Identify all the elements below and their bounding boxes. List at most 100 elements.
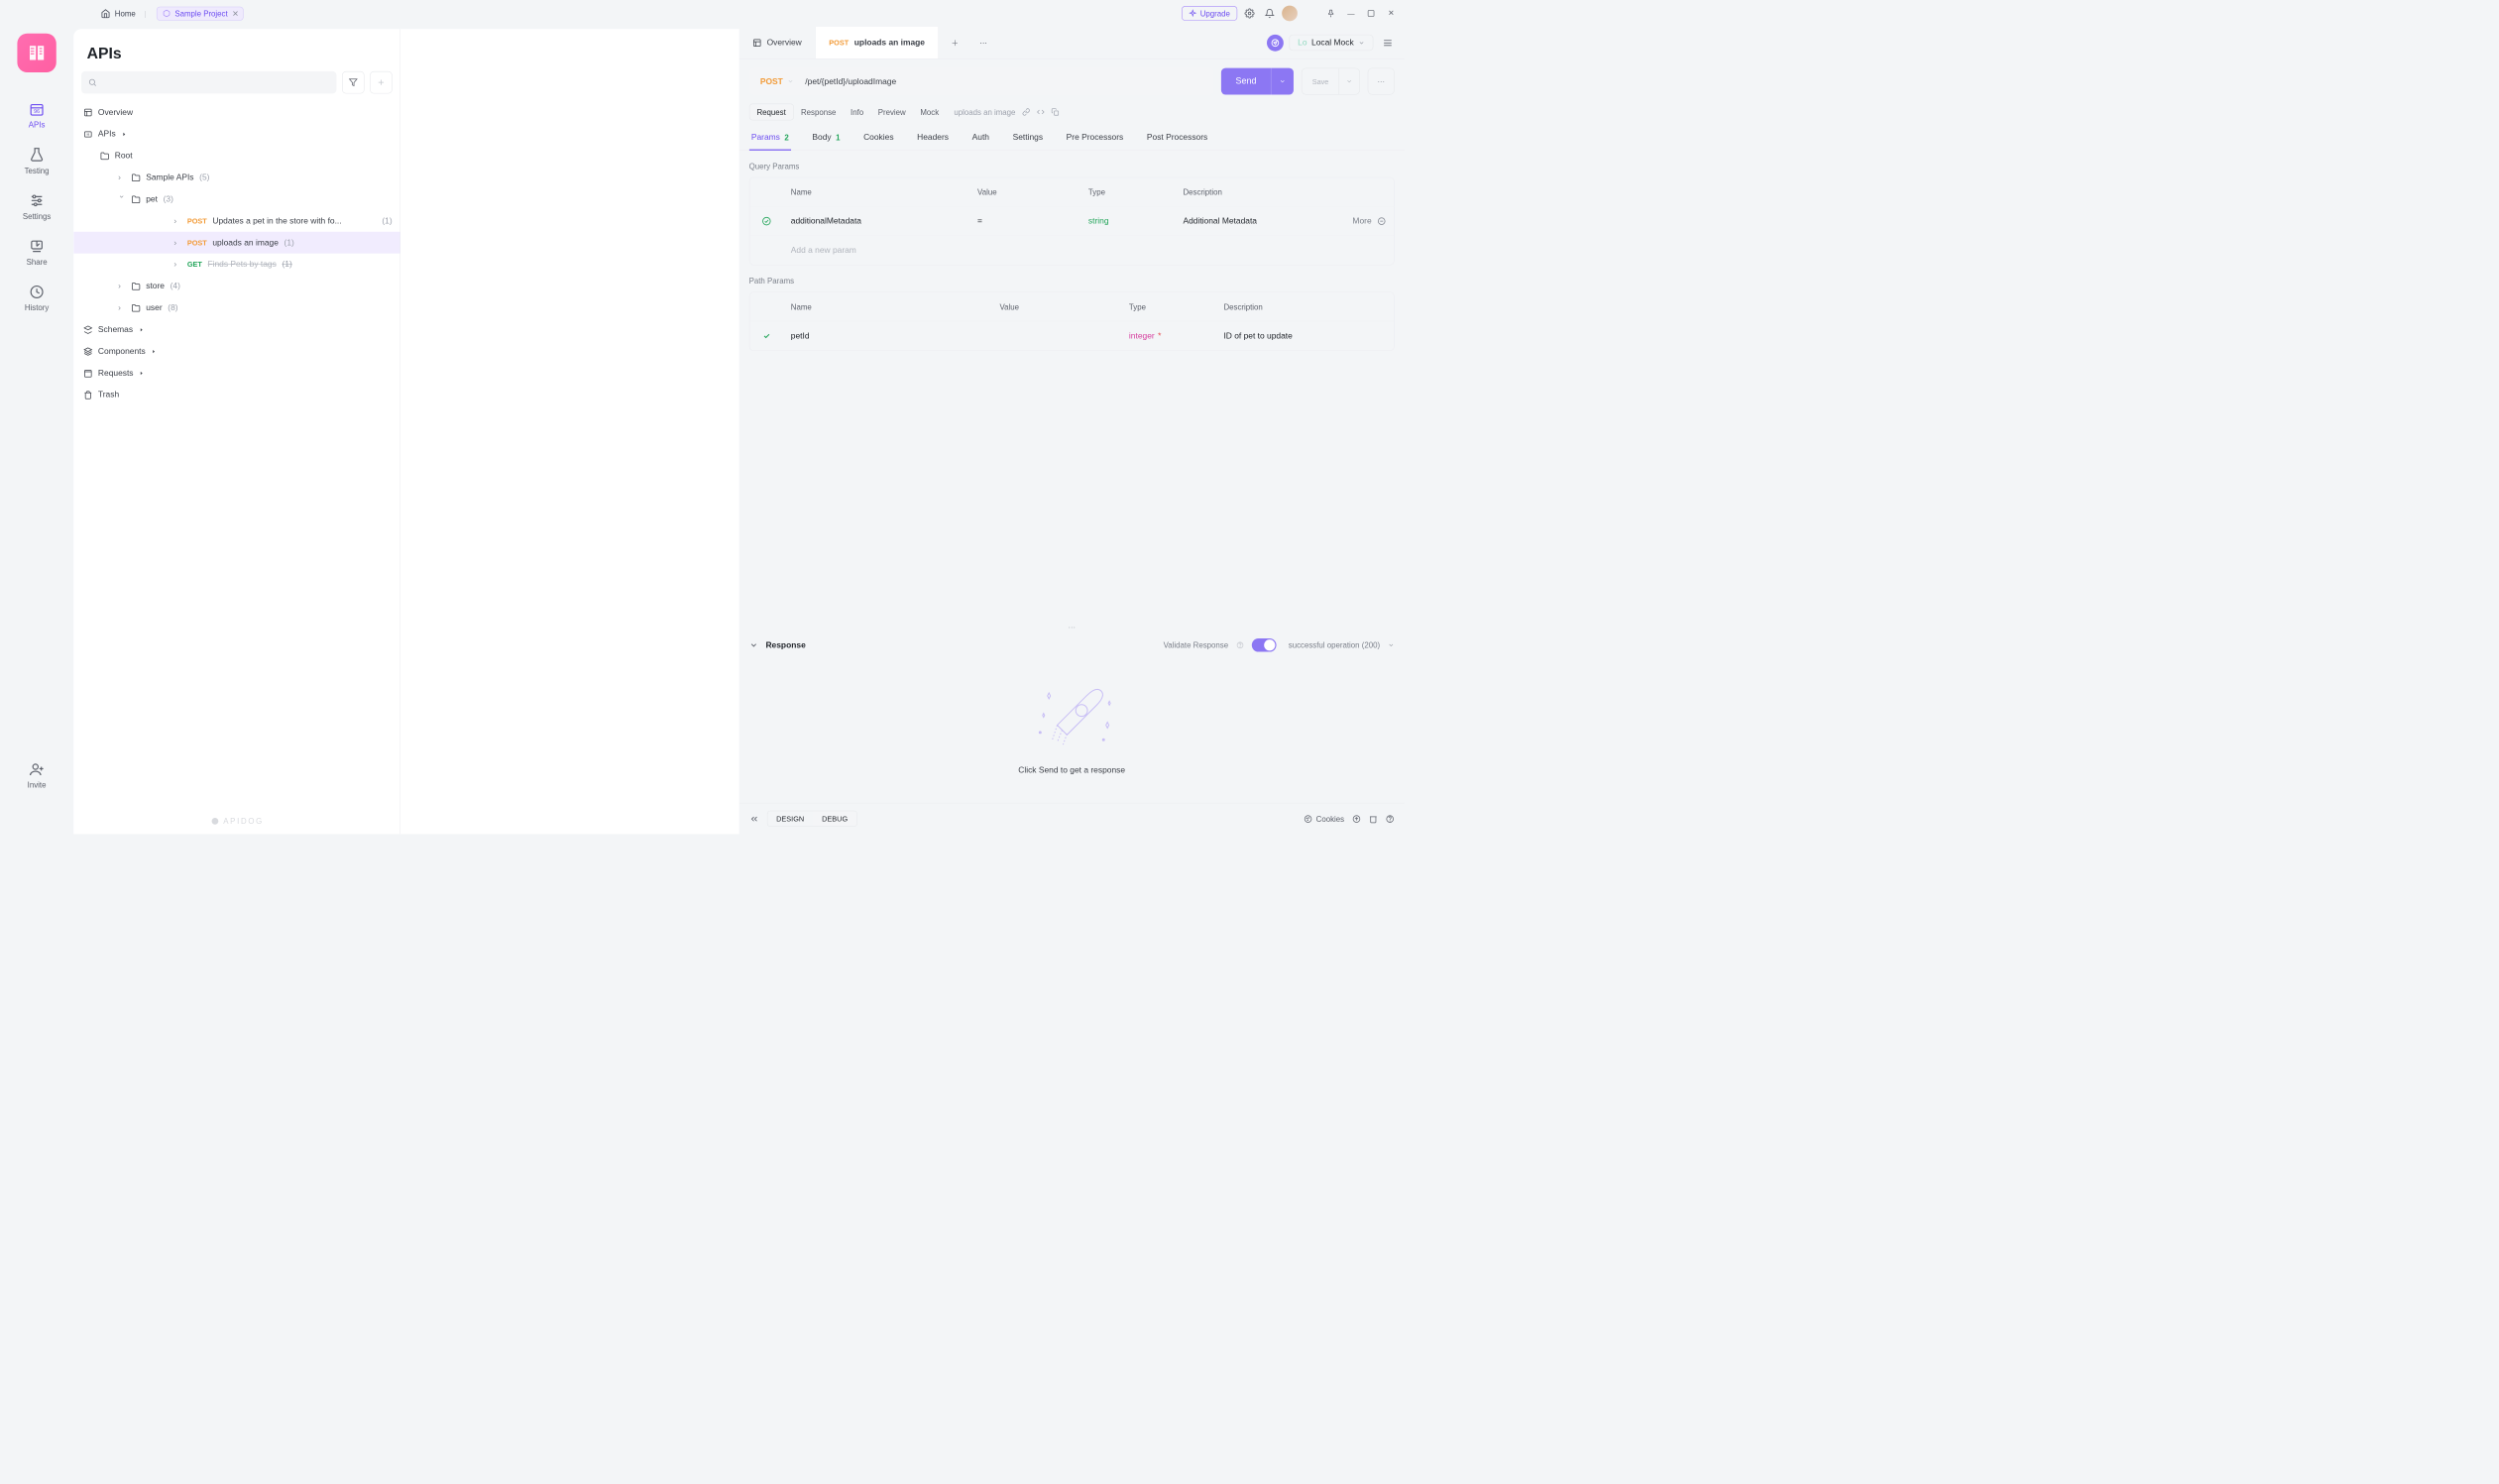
path-params-table: Name Value Type Description petId intege… bbox=[749, 291, 1395, 351]
itab-cookies[interactable]: Cookies bbox=[861, 126, 896, 150]
param-desc[interactable]: ID of pet to update bbox=[1216, 331, 1395, 341]
param-desc[interactable]: Additional Metadata bbox=[1176, 216, 1327, 226]
pill-request[interactable]: Request bbox=[749, 104, 794, 121]
pin-icon[interactable] bbox=[1323, 6, 1339, 22]
window-close-icon[interactable]: ✕ bbox=[1383, 6, 1399, 22]
url-path[interactable]: /pet/{petId}/uploadImage bbox=[805, 76, 896, 86]
validate-toggle[interactable] bbox=[1252, 638, 1277, 651]
itab-post[interactable]: Post Processors bbox=[1145, 126, 1210, 150]
search-input[interactable] bbox=[81, 71, 336, 93]
send-options[interactable] bbox=[1271, 68, 1294, 95]
env-badge[interactable] bbox=[1267, 35, 1284, 52]
url-bar[interactable]: POST /pet/{petId}/uploadImage bbox=[749, 68, 1213, 95]
delete-icon[interactable] bbox=[1369, 814, 1378, 823]
sidebar-requests[interactable]: Requests bbox=[73, 362, 399, 384]
sidebar-store[interactable]: › store (4) bbox=[73, 276, 399, 297]
qp-add-row[interactable]: Add a new param bbox=[749, 236, 1394, 265]
upgrade-button[interactable]: Upgrade bbox=[1182, 6, 1237, 21]
copy-icon[interactable] bbox=[1051, 108, 1059, 116]
tab-more-button[interactable]: ⋯ bbox=[971, 27, 996, 58]
check-icon[interactable] bbox=[749, 216, 783, 226]
itab-auth[interactable]: Auth bbox=[969, 126, 991, 150]
mode-debug[interactable]: DEBUG bbox=[813, 811, 856, 826]
cookies-button[interactable]: Cookies bbox=[1304, 814, 1344, 823]
window-maximize-icon[interactable] bbox=[1363, 6, 1379, 22]
send-button[interactable]: Send bbox=[1221, 68, 1294, 95]
sidebar-apis-group[interactable]: 96 APIs bbox=[73, 123, 399, 145]
collapse-icon[interactable] bbox=[749, 640, 758, 649]
chevron-down-icon[interactable] bbox=[1388, 641, 1395, 648]
upload-icon[interactable] bbox=[1352, 814, 1361, 823]
home-button[interactable]: Home bbox=[96, 6, 140, 20]
qp-row[interactable]: additionalMetadata = string Additional M… bbox=[749, 207, 1394, 236]
window-minimize-icon[interactable]: — bbox=[1343, 6, 1359, 22]
help-icon[interactable] bbox=[1386, 814, 1395, 823]
pill-response[interactable]: Response bbox=[794, 104, 844, 120]
param-type[interactable]: integer bbox=[1129, 331, 1155, 341]
chevron-down-icon bbox=[1358, 40, 1365, 47]
sidebar-user[interactable]: › user (8) bbox=[73, 297, 399, 319]
notifications-icon[interactable] bbox=[1262, 6, 1278, 22]
avatar[interactable] bbox=[1282, 6, 1298, 22]
response-status[interactable]: successful operation (200) bbox=[1289, 640, 1380, 649]
mode-design[interactable]: DESIGN bbox=[767, 811, 813, 826]
save-button[interactable]: Save bbox=[1302, 68, 1360, 95]
rail-testing[interactable]: Testing bbox=[0, 141, 73, 182]
tab-method: POST bbox=[829, 39, 849, 47]
rail-apis[interactable]: 96 APIs bbox=[0, 95, 73, 137]
sidebar-pet-item-2[interactable]: › GET Finds Pets by tags (1) bbox=[73, 254, 399, 276]
env-selector[interactable]: Lo Local Mock bbox=[1290, 35, 1374, 51]
add-param-placeholder[interactable]: Add a new param bbox=[783, 246, 969, 256]
param-type[interactable]: string bbox=[1080, 216, 1176, 226]
help-icon[interactable] bbox=[1236, 641, 1244, 649]
itab-pre[interactable]: Pre Processors bbox=[1064, 126, 1125, 150]
param-name[interactable]: additionalMetadata bbox=[783, 216, 969, 226]
trash-label: Trash bbox=[98, 390, 119, 400]
tab-overview[interactable]: Overview bbox=[738, 27, 815, 58]
sidebar-sample-apis[interactable]: › Sample APIs (5) bbox=[73, 167, 399, 188]
pill-mock[interactable]: Mock bbox=[913, 104, 946, 120]
sidebar-trash[interactable]: Trash bbox=[73, 384, 399, 405]
check-icon[interactable] bbox=[749, 332, 783, 340]
link-icon[interactable] bbox=[1022, 108, 1030, 116]
panel-splitter[interactable]: ⋯ bbox=[738, 624, 1404, 630]
request-more-button[interactable]: ⋯ bbox=[1368, 68, 1395, 95]
mode-segment[interactable]: DESIGN DEBUG bbox=[767, 811, 857, 827]
itab-headers[interactable]: Headers bbox=[915, 126, 951, 150]
save-options[interactable] bbox=[1338, 68, 1359, 94]
more-menu-icon[interactable] bbox=[1379, 38, 1397, 48]
sidebar-root[interactable]: Root bbox=[73, 145, 399, 167]
chevron-down-icon bbox=[1280, 78, 1287, 85]
collapse-panel-icon[interactable] bbox=[749, 814, 759, 824]
sidebar-components[interactable]: Components bbox=[73, 340, 399, 362]
rail-share[interactable]: Share bbox=[0, 232, 73, 274]
chevron-right-icon: › bbox=[173, 260, 181, 270]
project-tab[interactable]: Sample Project ✕ bbox=[157, 6, 244, 20]
pp-row[interactable]: petId integer* ID of pet to update bbox=[749, 321, 1394, 350]
minus-circle-icon[interactable] bbox=[1377, 216, 1386, 225]
add-button[interactable] bbox=[370, 71, 392, 93]
itab-settings[interactable]: Settings bbox=[1010, 126, 1045, 150]
pill-preview[interactable]: Preview bbox=[870, 104, 913, 120]
sidebar-pet-item-0[interactable]: › POST Updates a pet in the store with f… bbox=[73, 210, 399, 232]
close-tab-icon[interactable]: ✕ bbox=[232, 9, 239, 19]
param-name[interactable]: petId bbox=[783, 331, 992, 341]
code-icon[interactable] bbox=[1037, 108, 1045, 116]
method-selector[interactable]: POST bbox=[749, 68, 806, 95]
sidebar-pet-item-1[interactable]: › POST uploads an image (1) bbox=[73, 232, 399, 254]
param-more[interactable]: More bbox=[1352, 216, 1371, 226]
settings-gear-icon[interactable] bbox=[1242, 6, 1258, 22]
rail-history[interactable]: History bbox=[0, 278, 73, 319]
rail-invite[interactable]: Invite bbox=[0, 755, 73, 797]
sidebar-pet[interactable]: › pet (3) bbox=[73, 188, 399, 210]
sidebar-schemas[interactable]: Schemas bbox=[73, 318, 399, 340]
tab-active[interactable]: POST uploads an image bbox=[816, 27, 939, 58]
pill-info[interactable]: Info bbox=[844, 104, 871, 120]
tab-add-button[interactable]: ＋ bbox=[939, 27, 971, 58]
param-value[interactable]: = bbox=[969, 216, 1080, 226]
sidebar-overview[interactable]: Overview bbox=[73, 101, 399, 123]
itab-params[interactable]: Params2 bbox=[749, 126, 791, 150]
rail-settings[interactable]: Settings bbox=[0, 186, 73, 228]
itab-body[interactable]: Body1 bbox=[810, 126, 843, 150]
filter-button[interactable] bbox=[342, 71, 364, 93]
